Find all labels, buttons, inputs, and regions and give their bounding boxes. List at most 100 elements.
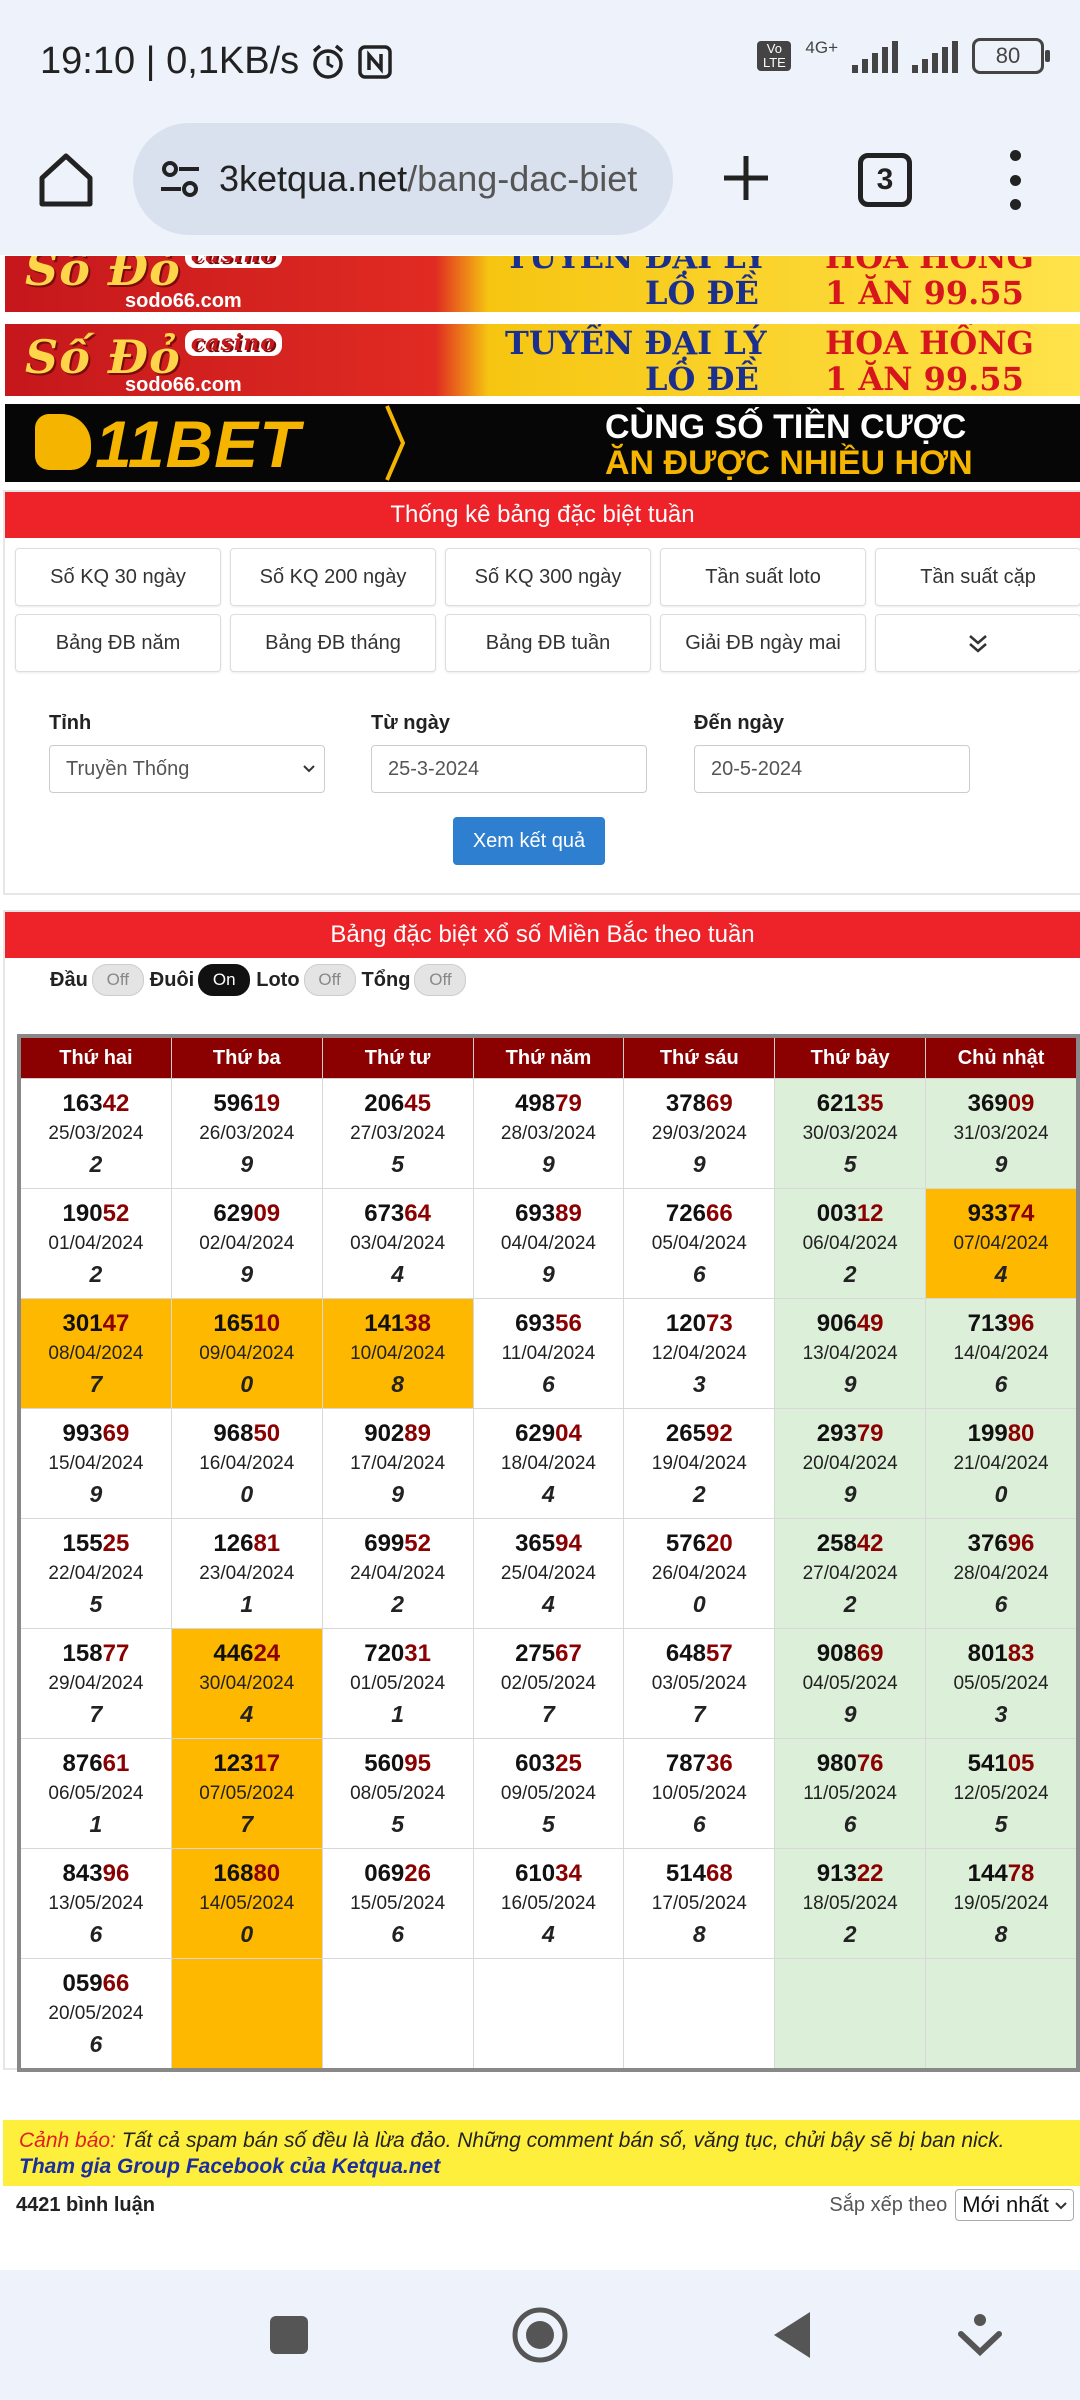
table-body: 16342 25/03/2024 2 59619 26/03/2024 9 20645 27/…	[18, 1078, 1079, 2071]
draw-date: 17/05/2024	[651, 1892, 747, 1914]
draw-date: 21/04/2024	[953, 1452, 1049, 1474]
special-number: 20645	[323, 1089, 473, 1119]
table-row: 30147 08/04/2024 7 16510 09/04/2024 0 14138 10/…	[18, 1298, 1079, 1409]
result-cell	[925, 1958, 1079, 2071]
digit-sum: 8	[391, 1370, 404, 1397]
nav-button-week[interactable]: Bảng ĐB tuần	[445, 614, 651, 672]
digit-sum: 2	[843, 1590, 857, 1617]
draw-date: 19/05/2024	[953, 1892, 1049, 1914]
digit-sum: 2	[843, 1920, 857, 1947]
special-number: 16510	[172, 1309, 322, 1339]
back-icon[interactable]	[770, 2310, 814, 2360]
toggle-duoi[interactable]: On	[198, 964, 251, 996]
number-tail: 31	[404, 1639, 431, 1667]
more-menu-icon[interactable]	[995, 150, 1035, 210]
url-domain: 3ketqua.net	[219, 158, 408, 199]
draw-date: 08/04/2024	[48, 1342, 144, 1364]
nav-expand-button[interactable]	[875, 614, 1080, 672]
site-settings-icon[interactable]	[155, 154, 205, 204]
nav-button-300[interactable]: Số KQ 300 ngày	[445, 548, 651, 606]
result-cell: 12073 12/04/2024 3	[623, 1298, 776, 1409]
number-head: 158	[62, 1639, 103, 1667]
digit-sum: 7	[89, 1370, 103, 1397]
special-number: 62909	[172, 1199, 322, 1229]
result-cell: 15877 29/04/2024 7	[18, 1628, 172, 1739]
number-tail: 09	[1007, 1089, 1035, 1117]
special-number: 19052	[21, 1199, 171, 1229]
hide-nav-icon[interactable]	[955, 2312, 1005, 2358]
draw-date: 15/05/2024	[350, 1892, 446, 1914]
double-chevron-down-icon	[969, 635, 987, 653]
nav-button-loto-frequency[interactable]: Tần suất loto	[660, 548, 866, 606]
number-tail: 24	[253, 1639, 281, 1667]
number-head: 144	[967, 1859, 1008, 1887]
tab-switcher-button[interactable]: 3	[858, 153, 912, 207]
number-tail: 42	[102, 1089, 130, 1117]
result-cell: 06926 15/05/2024 6	[321, 1848, 474, 1959]
number-head: 968	[213, 1419, 254, 1447]
display-toggles: Đầu Off Đuôi On Loto Off Tổng Off	[50, 964, 472, 996]
digit-sum: 9	[843, 1700, 857, 1727]
result-cell: 71396 14/04/2024 6	[925, 1298, 1079, 1409]
digit-sum: 2	[692, 1480, 706, 1507]
address-bar[interactable]: 3ketqua.net/bang-dac-biet	[133, 123, 673, 235]
draw-date: 16/04/2024	[199, 1452, 295, 1474]
result-cell: 62904 18/04/2024 4	[472, 1408, 625, 1519]
ad-banner-sodo-2[interactable]: Số Đỏ casino sodo66.com TUYỂN ĐẠI LÝ HOA …	[5, 324, 1080, 396]
facebook-group-link[interactable]: Tham gia Group Facebook của Ketqua.net	[19, 2155, 440, 2178]
sort-select[interactable]: Mới nhất	[955, 2189, 1074, 2221]
draw-date: 10/05/2024	[651, 1782, 747, 1804]
nav-button-month[interactable]: Bảng ĐB tháng	[230, 614, 436, 672]
ad-banner-sodo-1[interactable]: Số Đỏcasino sodo66.com TUYỂN ĐẠI LÝ HOA …	[5, 256, 1080, 312]
toggle-tong[interactable]: Off	[414, 964, 467, 996]
number-tail: 94	[555, 1529, 582, 1557]
draw-date: 08/05/2024	[350, 1782, 446, 1804]
nav-button-200[interactable]: Số KQ 200 ngày	[230, 548, 436, 606]
number-head: 069	[364, 1859, 405, 1887]
nav-button-pair-frequency[interactable]: Tần suất cặp	[875, 548, 1080, 606]
result-cell: 56095 08/05/2024 5	[321, 1738, 474, 1849]
number-tail: 34	[555, 1859, 582, 1887]
nav-button-year[interactable]: Bảng ĐB năm	[15, 614, 221, 672]
draw-date: 16/05/2024	[500, 1892, 596, 1914]
number-head: 908	[816, 1639, 857, 1667]
from-date-input[interactable]: 25-3-2024	[371, 745, 647, 793]
province-select[interactable]: Truyền Thống	[49, 745, 325, 793]
digit-sum: 0	[692, 1590, 706, 1617]
digit-sum: 6	[994, 1590, 1008, 1617]
home-nav-icon[interactable]	[510, 2305, 570, 2365]
new-tab-icon[interactable]	[716, 148, 776, 208]
digit-sum: 9	[240, 1150, 254, 1177]
number-tail: 80	[1007, 1419, 1035, 1447]
toggle-dau[interactable]: Off	[91, 964, 144, 996]
special-number: 14138	[323, 1309, 473, 1339]
to-date-input[interactable]: 20-5-2024	[694, 745, 970, 793]
view-results-button[interactable]: Xem kết quả	[453, 817, 605, 865]
draw-date: 11/05/2024	[803, 1782, 897, 1804]
draw-date: 10/04/2024	[350, 1342, 446, 1364]
digit-sum: 1	[240, 1590, 254, 1617]
number-head: 673	[364, 1199, 405, 1227]
draw-date: 27/03/2024	[350, 1122, 446, 1144]
number-head: 258	[816, 1529, 857, 1557]
draw-date: 25/03/2024	[48, 1122, 144, 1144]
weekly-results-table: Thứ hai Thứ ba Thứ tư Thứ năm Thứ sáu Thứ bảy…	[17, 1034, 1080, 2072]
draw-date: 20/04/2024	[802, 1452, 898, 1474]
recents-icon[interactable]	[268, 2314, 310, 2356]
number-tail: 35	[856, 1089, 884, 1117]
number-head: 163	[62, 1089, 103, 1117]
nav-button-30[interactable]: Số KQ 30 ngày	[15, 548, 221, 606]
home-icon[interactable]	[34, 148, 98, 212]
number-head: 155	[62, 1529, 103, 1557]
toggle-loto[interactable]: Off	[303, 964, 356, 996]
sodo-line1a: TUYỂN ĐẠI LÝ	[505, 256, 767, 276]
special-number: 15877	[21, 1639, 171, 1669]
weekly-panel-title: Bảng đặc biệt xổ số Miền Bắc theo tuần	[5, 912, 1080, 958]
number-head: 514	[665, 1859, 706, 1887]
nav-button-tomorrow[interactable]: Giải ĐB ngày mai	[660, 614, 866, 672]
number-head: 206	[364, 1089, 405, 1117]
ad-banner-11bet[interactable]: 11BET CÙNG SỐ TIỀN CƯỢC ĂN ĐƯỢC NHIỀU HƠ…	[5, 404, 1080, 482]
table-row: 19052 01/04/2024 2 62909 02/04/2024 9 67364 03/…	[18, 1188, 1079, 1299]
number-head: 498	[515, 1089, 556, 1117]
number-head: 726	[665, 1199, 706, 1227]
